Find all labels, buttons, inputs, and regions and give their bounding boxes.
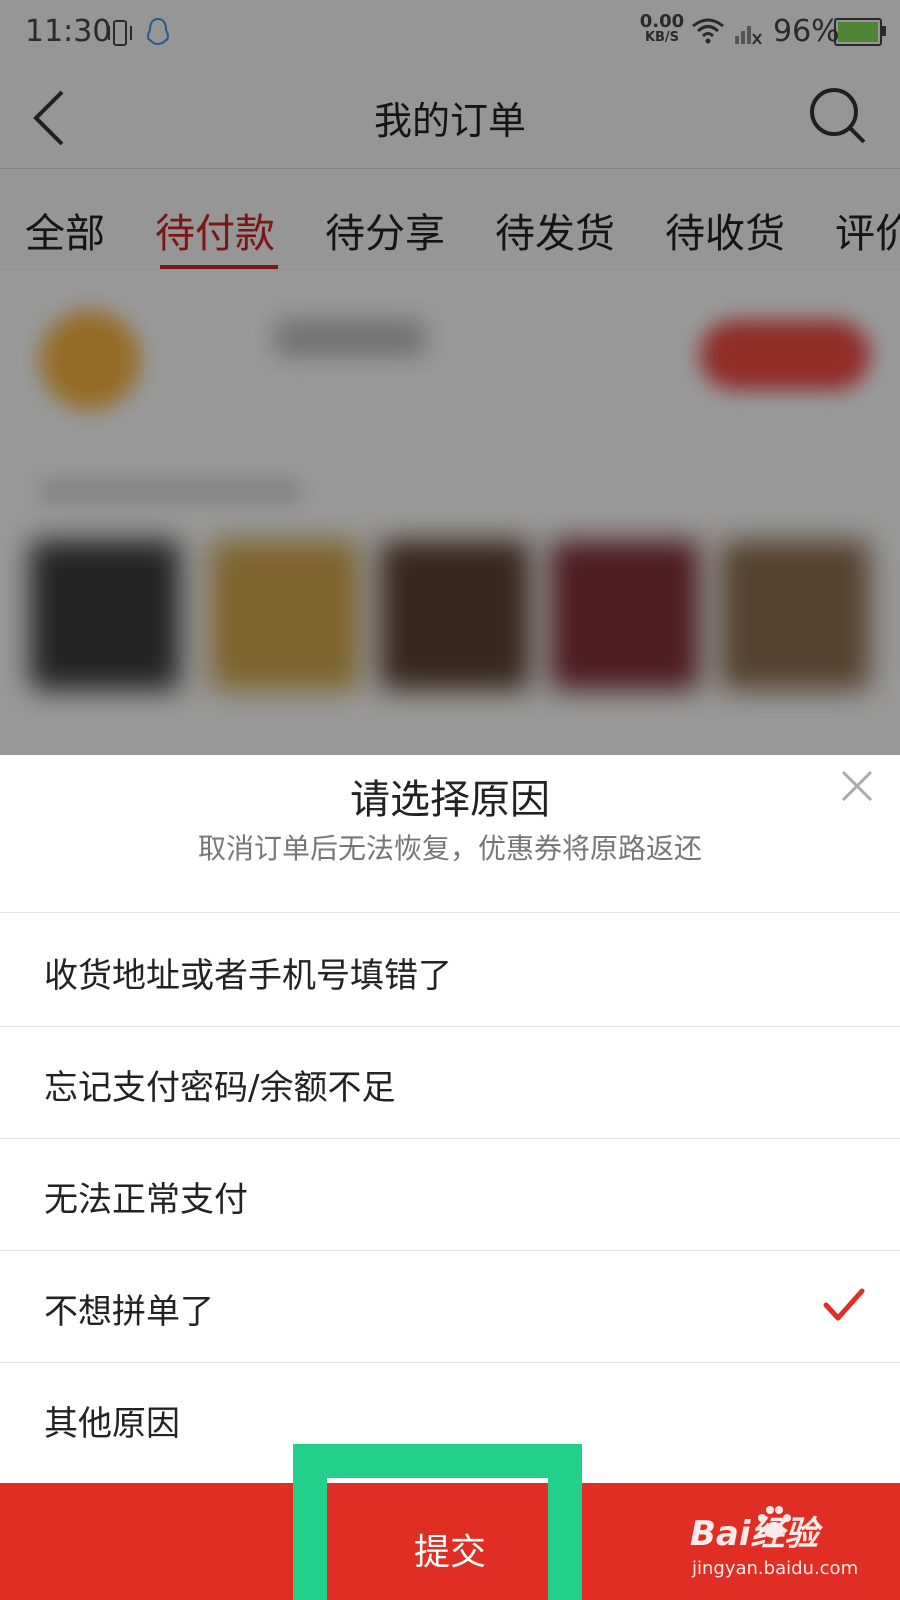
sheet-subtitle: 取消订单后无法恢复，优惠券将原路返还	[197, 832, 702, 865]
reason-label: 收货地址或者手机号填错了	[44, 956, 452, 996]
reason-option[interactable]: 忘记支付密码/余额不足	[0, 1025, 900, 1139]
reason-option[interactable]: 其他原因	[0, 1361, 900, 1474]
cancel-reason-sheet: 请选择原因 取消订单后无法恢复，优惠券将原路返还 收货地址或者手机号填错了 忘记…	[0, 755, 900, 1600]
watermark-url: jingyan.baidu.com	[692, 1558, 859, 1579]
sheet-title: 请选择原因	[350, 777, 550, 823]
reason-option[interactable]: 无法正常支付	[0, 1137, 900, 1251]
modal-backdrop[interactable]	[0, 0, 900, 755]
checkmark-icon	[823, 1288, 865, 1321]
reason-label: 无法正常支付	[44, 1180, 248, 1220]
reason-label: 不想拼单了	[44, 1292, 214, 1332]
reason-option-selected[interactable]: 不想拼单了	[0, 1249, 900, 1363]
baidu-paw-icon	[758, 1506, 791, 1538]
reason-label: 忘记支付密码/余额不足	[44, 1068, 396, 1108]
baidu-jingyan-watermark: Bai经验 jingyan.baidu.com	[690, 1500, 890, 1590]
reason-option[interactable]: 收货地址或者手机号填错了	[0, 913, 900, 1027]
close-icon[interactable]	[840, 769, 874, 803]
reason-label: 其他原因	[44, 1404, 180, 1444]
